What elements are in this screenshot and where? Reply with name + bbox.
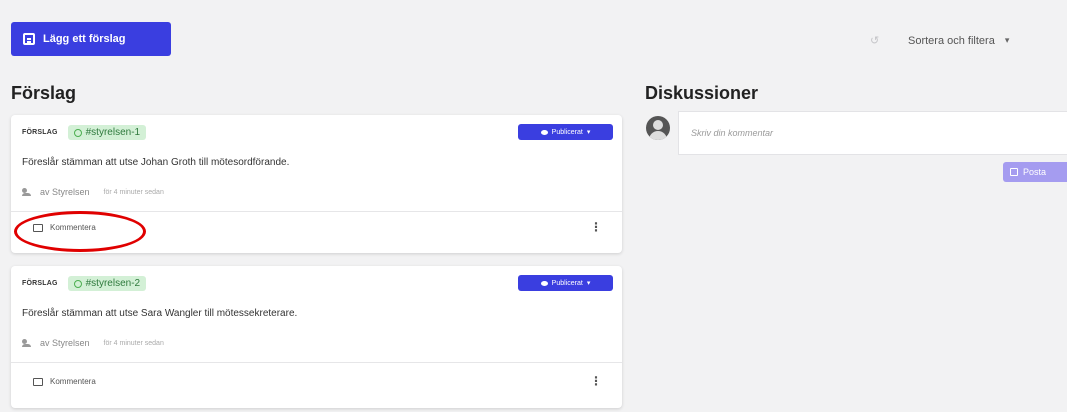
undo-icon[interactable]: ↺ <box>870 34 879 47</box>
eye-icon <box>540 129 548 135</box>
proposal-time: för 4 minuter sedan <box>103 339 164 347</box>
chevron-down-icon: ▾ <box>586 129 591 136</box>
more-icon[interactable]: ⋮ <box>590 374 602 388</box>
post-label: Posta <box>1023 167 1047 177</box>
proposal-header: FÖRSLAG #styrelsen-2 <box>22 276 147 291</box>
status-label: Publicerat <box>551 128 583 136</box>
proposal-time: för 4 minuter sedan <box>103 188 164 196</box>
comment-label: Kommentera <box>50 377 96 386</box>
add-proposal-button[interactable]: Lägg ett förslag <box>11 22 171 56</box>
highlight-circle <box>14 211 146 252</box>
group-icon <box>22 338 34 348</box>
proposal-type: FÖRSLAG <box>22 129 58 136</box>
proposal-author: av Styrelsen <box>22 187 90 197</box>
status-dropdown[interactable]: Publicerat ▾ <box>518 275 613 291</box>
status-dropdown[interactable]: Publicerat ▾ <box>518 124 613 140</box>
sort-filter-dropdown[interactable]: Sortera och filtera ▾ <box>908 35 1009 47</box>
tag-icon <box>73 128 82 137</box>
chevron-down-icon: ▾ <box>1004 35 1010 45</box>
comment-input[interactable] <box>678 111 1067 155</box>
proposal-tag-label: #styrelsen-1 <box>85 127 141 138</box>
chevron-down-icon: ▾ <box>586 280 591 287</box>
proposal-icon <box>23 33 35 45</box>
add-proposal-label: Lägg ett förslag <box>43 33 126 45</box>
proposal-tag[interactable]: #styrelsen-2 <box>67 276 147 291</box>
proposal-meta: av Styrelsen för 4 minuter sedan <box>22 187 164 197</box>
author-label: av Styrelsen <box>40 187 90 197</box>
proposals-title: Förslag <box>11 83 77 103</box>
eye-icon <box>540 280 548 286</box>
comment-icon <box>33 377 43 386</box>
status-label: Publicerat <box>551 279 583 287</box>
comment-button[interactable]: Kommentera <box>33 377 96 386</box>
divider <box>11 362 622 363</box>
sort-filter-label: Sortera och filtera <box>908 35 995 47</box>
proposal-text: Föreslår stämman att utse Johan Groth ti… <box>22 157 290 168</box>
more-icon[interactable]: ⋮ <box>590 220 602 234</box>
discussions-title: Diskussioner <box>645 83 759 103</box>
proposal-meta: av Styrelsen för 4 minuter sedan <box>22 338 164 348</box>
group-icon <box>22 187 34 197</box>
author-label: av Styrelsen <box>40 338 90 348</box>
post-button[interactable]: Posta <box>1003 162 1067 182</box>
proposal-author: av Styrelsen <box>22 338 90 348</box>
proposal-type: FÖRSLAG <box>22 280 58 287</box>
proposal-tag-label: #styrelsen-2 <box>85 278 141 289</box>
post-icon <box>1010 168 1018 176</box>
proposal-tag[interactable]: #styrelsen-1 <box>67 125 147 140</box>
avatar-icon <box>646 116 670 140</box>
proposal-text: Föreslår stämman att utse Sara Wangler t… <box>22 308 298 319</box>
proposal-header: FÖRSLAG #styrelsen-1 <box>22 125 147 140</box>
proposal-card: FÖRSLAG #styrelsen-2 Publicerat ▾ Föresl… <box>11 266 622 408</box>
tag-icon <box>73 279 82 288</box>
top-bar: Lägg ett förslag ↺ Sortera och filtera ▾ <box>0 0 1067 70</box>
